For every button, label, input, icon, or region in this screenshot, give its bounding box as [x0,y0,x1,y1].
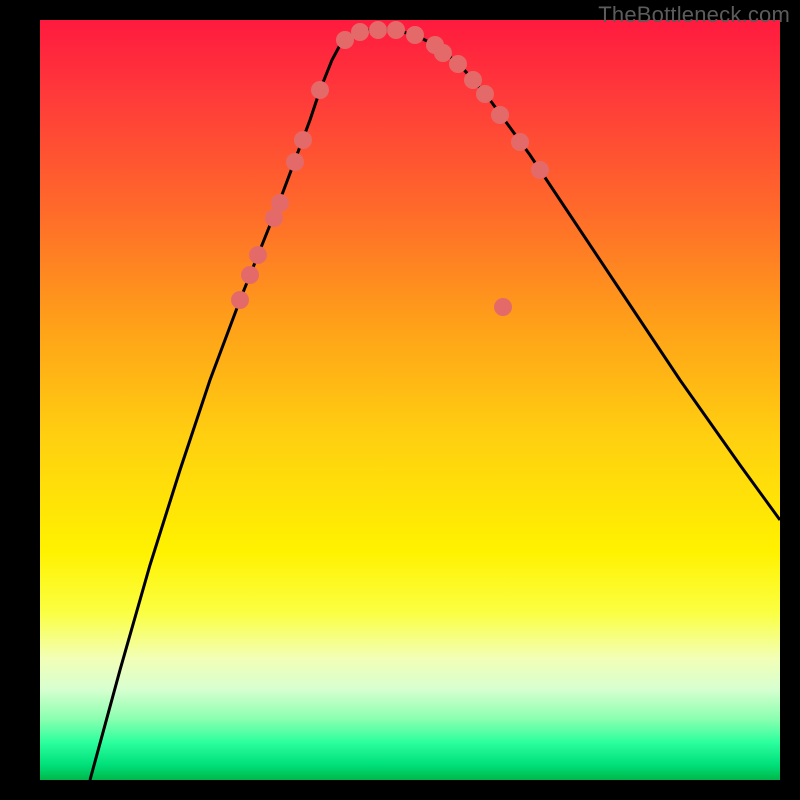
chart-svg [40,20,780,780]
chart-marker [271,194,289,212]
chart-marker [511,133,529,151]
chart-marker [449,55,467,73]
chart-marker [531,161,549,179]
chart-marker [494,298,512,316]
chart-marker [434,44,452,62]
chart-marker [476,85,494,103]
chart-marker [369,21,387,39]
chart-marker [387,21,405,39]
chart-marker [231,291,249,309]
chart-marker [286,153,304,171]
chart-curve [90,30,780,780]
chart-marker [351,23,369,41]
chart-marker [294,131,312,149]
chart-markers [231,21,549,316]
chart-marker [464,71,482,89]
chart-marker [249,246,267,264]
chart-marker [311,81,329,99]
chart-marker [491,106,509,124]
chart-marker [406,26,424,44]
chart-plot-area [40,20,780,780]
chart-frame: TheBottleneck.com [0,0,800,800]
chart-marker [241,266,259,284]
watermark-text: TheBottleneck.com [598,2,790,28]
